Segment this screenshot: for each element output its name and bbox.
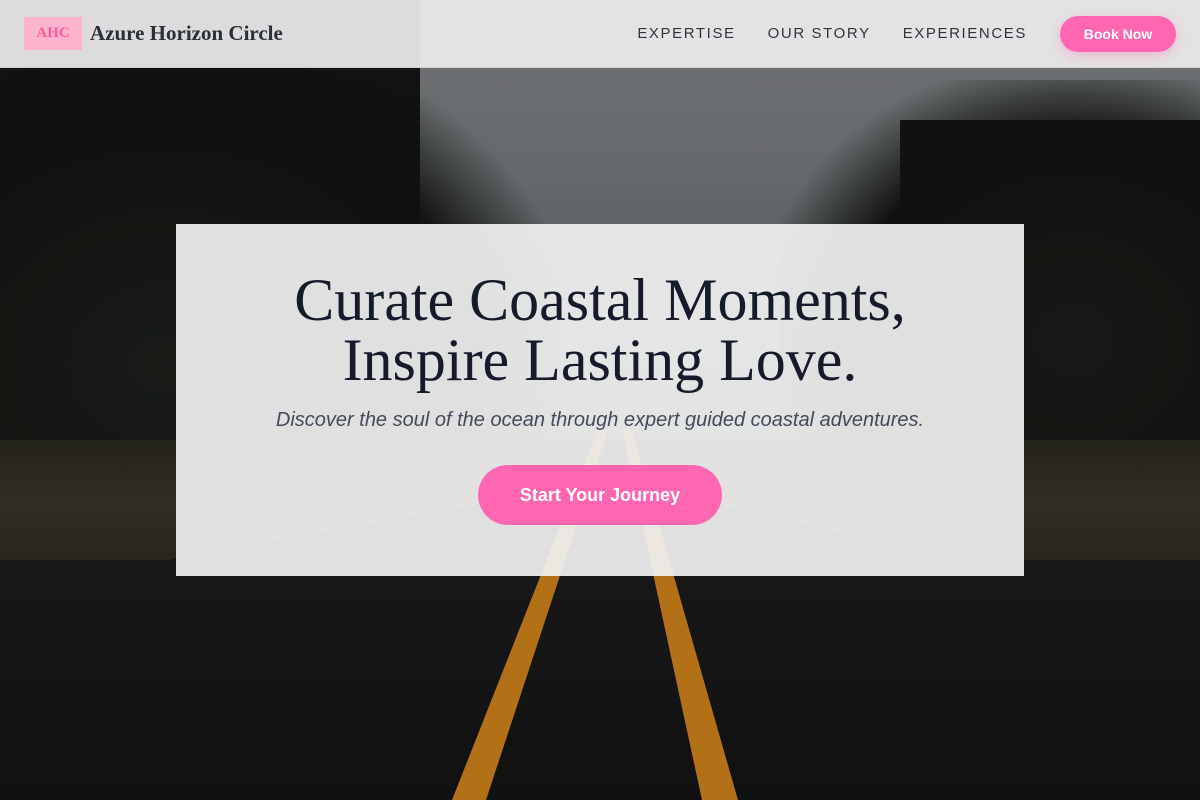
- book-now-button[interactable]: Book Now: [1060, 15, 1176, 52]
- logo[interactable]: AHC: [24, 17, 82, 50]
- nav-item-experiences[interactable]: EXPERIENCES: [903, 25, 1027, 42]
- hero-subtitle: Discover the soul of the ocean through e…: [275, 409, 925, 431]
- landing-page: AHC Azure Horizon Circle EXPERTISE OUR S…: [0, 0, 1200, 800]
- brand[interactable]: AHC Azure Horizon Circle: [24, 17, 283, 50]
- hero-headline: Curate Coastal Moments, Inspire Lasting …: [176, 270, 1024, 390]
- nav-item-our-story[interactable]: OUR STORY: [768, 25, 871, 42]
- hero-headline-line1: Curate Coastal Moments,: [294, 267, 906, 333]
- nav-item-expertise[interactable]: EXPERTISE: [637, 25, 735, 42]
- brand-name[interactable]: Azure Horizon Circle: [90, 21, 283, 46]
- main-nav: EXPERTISE OUR STORY EXPERIENCES Book Now: [637, 15, 1176, 52]
- site-header: AHC Azure Horizon Circle EXPERTISE OUR S…: [0, 0, 1200, 68]
- hero-headline-line2: Inspire Lasting Love.: [342, 327, 858, 393]
- hero-card: Curate Coastal Moments, Inspire Lasting …: [176, 224, 1024, 576]
- start-journey-button[interactable]: Start Your Journey: [478, 465, 722, 525]
